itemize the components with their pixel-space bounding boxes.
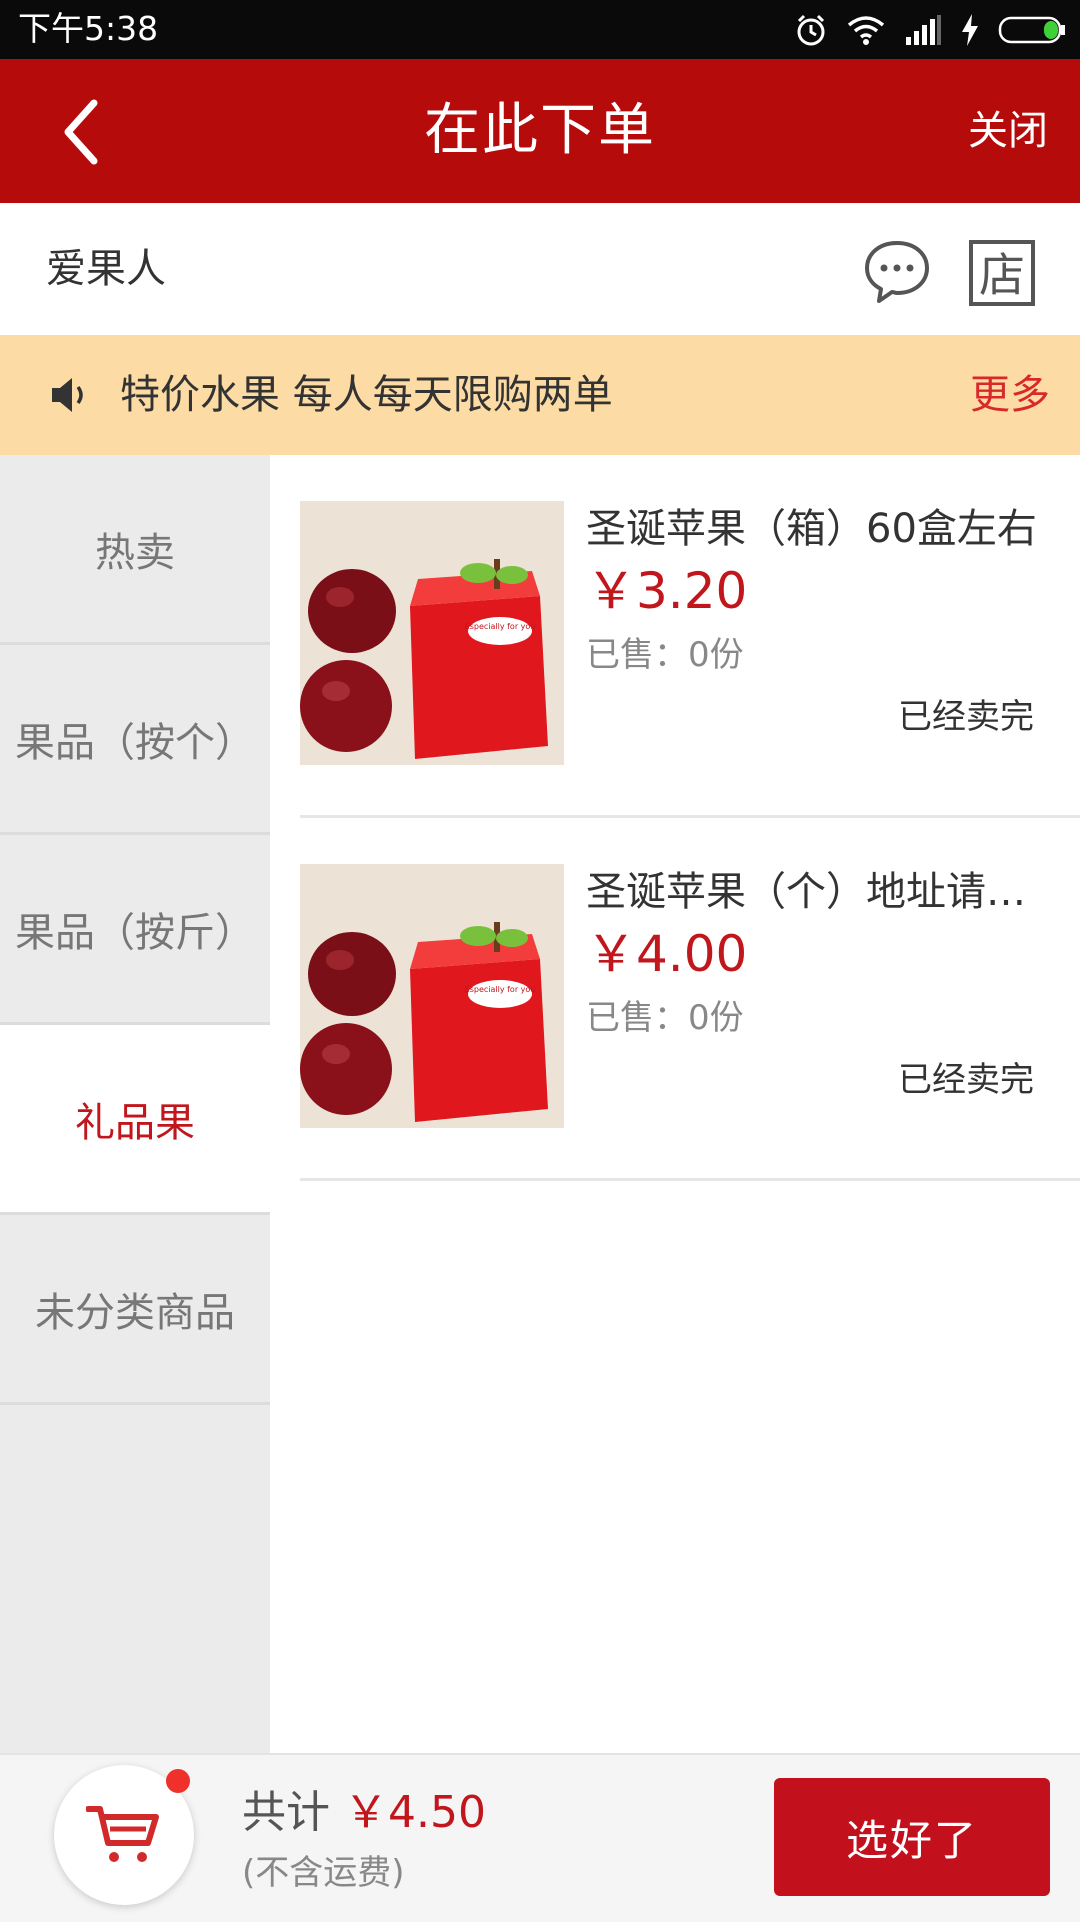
status-time: 下午5:38 <box>18 9 159 48</box>
battery-icon <box>998 16 1065 44</box>
product-sold-count: 已售：0份 <box>586 635 744 675</box>
total-amount: ￥4.50 <box>344 1787 486 1838</box>
store-icon[interactable]: 店 <box>968 239 1036 307</box>
product-price: ￥3.20 <box>586 562 748 620</box>
title-bar: 在此下单 关闭 <box>0 59 1080 203</box>
notice-bar: 特价水果 每人每天限购两单 更多 <box>0 335 1080 455</box>
sidebar-item-fruit-by-piece[interactable]: 果品（按个） <box>0 645 270 835</box>
product-list: Especially for you 圣诞苹果（箱）60盒左右 ￥3.20 已售… <box>270 455 1080 1181</box>
sold-out-label: 已经卖完 <box>898 697 1034 737</box>
shipping-note: (不含运费) <box>242 1853 405 1893</box>
product-price: ￥4.00 <box>586 925 748 983</box>
product-sold-count: 已售：0份 <box>586 998 744 1038</box>
charging-icon <box>962 14 978 46</box>
cart-badge <box>166 1769 190 1793</box>
sold-out-label: 已经卖完 <box>898 1060 1034 1100</box>
total-label: 共计 <box>242 1787 330 1838</box>
product-image: Especially for you <box>300 501 564 765</box>
close-button[interactable]: 关闭 <box>968 59 1048 203</box>
notice-text: 特价水果 每人每天限购两单 <box>120 372 613 418</box>
wifi-icon <box>847 16 885 45</box>
alarm-icon <box>797 14 825 46</box>
sidebar-item-fruit-by-jin[interactable]: 果品（按斤） <box>0 835 270 1025</box>
cart-button[interactable] <box>54 1765 194 1905</box>
list-item[interactable]: Especially for you 圣诞苹果（箱）60盒左右 ￥3.20 已售… <box>300 455 1080 818</box>
signal-icon <box>906 15 941 45</box>
confirm-button[interactable]: 选好了 <box>774 1778 1050 1896</box>
sidebar-item-uncategorized[interactable]: 未分类商品 <box>0 1215 270 1405</box>
speaker-icon <box>52 378 83 412</box>
more-link[interactable]: 更多 <box>970 335 1050 455</box>
product-name: 圣诞苹果（箱）60盒左右 <box>586 506 1037 552</box>
order-total: 共计 ￥4.50 <box>242 1785 486 1841</box>
svg-text:Especially for you: Especially for you <box>465 622 536 631</box>
shop-name: 爱果人 <box>46 246 166 292</box>
sidebar-item-gift-fruit[interactable]: 礼品果 <box>0 1025 270 1215</box>
cart-footer: 共计 ￥4.50 (不含运费) 选好了 <box>0 1753 1080 1922</box>
svg-text:店: 店 <box>979 248 1025 302</box>
product-name: 圣诞苹果（个）地址请备注 <box>586 869 1056 915</box>
status-icons <box>794 10 1066 50</box>
category-sidebar: 热卖 果品（按个） 果品（按斤） 礼品果 未分类商品 <box>0 455 270 1753</box>
status-bar: 下午5:38 <box>0 0 1080 59</box>
svg-text:Especially for you: Especially for you <box>465 985 536 994</box>
list-item[interactable]: Especially for you 圣诞苹果（个）地址请备注 ￥4.00 已售… <box>300 818 1080 1181</box>
cart-icon <box>86 1806 159 1862</box>
shop-bar: 爱果人 店 <box>0 203 1080 335</box>
chat-icon[interactable] <box>862 237 932 307</box>
page-title: 在此下单 <box>424 98 656 163</box>
product-image: Especially for you <box>300 864 564 1128</box>
sidebar-item-hot[interactable]: 热卖 <box>0 455 270 645</box>
